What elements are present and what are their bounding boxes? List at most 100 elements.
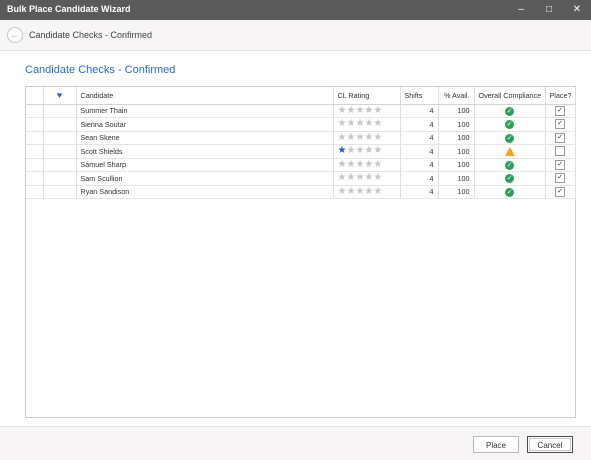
column-header-avail[interactable]: % Avail. [438,87,475,105]
wizard-footer: Place Cancel [0,426,591,460]
cl-rating-cell: ★★★★★ [333,185,401,199]
wizard-nav-bar: ← Candidate Checks - Confirmed [0,20,591,51]
compliance-ok-icon: ✓ [505,133,514,143]
place-checkbox[interactable]: ✓ [555,105,565,116]
column-header-shifts[interactable]: Shifts [400,87,439,105]
cl-rating-cell: ★★★★★ [333,131,401,145]
row-indicator [26,158,44,172]
candidate-name: Ryan Sandison [76,185,334,199]
favourite-cell[interactable] [43,144,77,159]
compliance-warning-icon [504,147,515,157]
compliance-cell: ✓ [474,117,546,132]
place-checkbox[interactable]: ✓ [555,173,565,184]
column-header-compliance[interactable]: Overall Compliance [474,87,546,105]
close-button[interactable]: ✕ [563,0,591,20]
avail-cell: 100 [438,158,475,172]
cancel-button[interactable]: Cancel [527,436,573,453]
place-cell: ✓ [545,117,576,132]
rating-star-icon[interactable]: ★ [373,159,382,170]
place-checkbox[interactable]: ✓ [555,119,565,130]
rating-star-icon[interactable]: ★ [373,145,382,156]
rating-stars: ★★★★★ [338,118,383,130]
candidate-name: Sean Skene [76,131,334,145]
table-row[interactable]: Sienna Soutar ★★★★★ 4 100 ✓ ✓ [26,117,576,132]
candidate-name: Sienna Soutar [76,117,334,132]
rating-stars: ★★★★★ [338,132,383,144]
table-row[interactable]: Summer Thain ★★★★★ 4 100 ✓ ✓ [26,104,576,118]
table-row[interactable]: Scott Shields ★★★★★ 4 100 [26,144,576,159]
place-cell: ✓ [545,131,576,145]
table-row[interactable]: Sean Skene ★★★★★ 4 100 ✓ ✓ [26,131,576,145]
place-checkbox[interactable]: ✓ [555,159,565,170]
heart-icon[interactable]: ♥ [43,87,77,105]
shifts-cell: 4 [400,104,439,118]
favourite-cell[interactable] [43,185,77,199]
cl-rating-cell: ★★★★★ [333,104,401,118]
cl-rating-cell: ★★★★★ [333,144,401,159]
compliance-cell: ✓ [474,104,546,118]
rating-stars: ★★★★★ [338,159,383,171]
table-row[interactable]: Ryan Sandison ★★★★★ 4 100 ✓ ✓ [26,185,576,199]
favourite-cell[interactable] [43,104,77,118]
shifts-cell: 4 [400,144,439,159]
table-row[interactable]: Sam Scullion ★★★★★ 4 100 ✓ ✓ [26,171,576,186]
row-indicator-header [26,87,44,105]
row-indicator [26,131,44,145]
avail-cell: 100 [438,117,475,132]
column-header-place[interactable]: Place? [545,87,576,105]
cl-rating-cell: ★★★★★ [333,117,401,132]
favourite-cell[interactable] [43,158,77,172]
maximize-button[interactable]: □ [535,0,563,20]
avail-cell: 100 [438,171,475,186]
favourite-cell[interactable] [43,131,77,145]
column-header-cl-rating[interactable]: CL Rating [333,87,401,105]
candidate-name: Sam Scullion [76,171,334,186]
candidate-name: Scott Shields [76,144,334,159]
place-checkbox[interactable] [555,146,565,157]
shifts-cell: 4 [400,185,439,199]
shifts-cell: 4 [400,117,439,132]
rating-stars: ★★★★★ [338,186,383,198]
rating-stars: ★★★★★ [338,145,383,157]
rating-stars: ★★★★★ [338,172,383,184]
candidate-name: Summer Thain [76,104,334,118]
table-row[interactable]: Samuel Sharp ★★★★★ 4 100 ✓ ✓ [26,158,576,172]
compliance-cell: ✓ [474,131,546,145]
compliance-ok-icon: ✓ [505,106,514,116]
rating-star-icon[interactable]: ★ [373,132,382,143]
row-indicator [26,144,44,159]
place-button[interactable]: Place [473,436,519,453]
rating-star-icon[interactable]: ★ [373,172,382,183]
place-cell: ✓ [545,104,576,118]
row-indicator [26,104,44,118]
table-header-row: ♥ Candidate CL Rating Shifts % Avail. Ov… [26,87,576,105]
candidate-table: ♥ Candidate CL Rating Shifts % Avail. Ov… [26,87,576,199]
row-indicator [26,171,44,186]
shifts-cell: 4 [400,171,439,186]
compliance-cell [474,144,546,159]
compliance-ok-icon: ✓ [505,174,514,184]
avail-cell: 100 [438,144,475,159]
favourite-cell[interactable] [43,171,77,186]
favourite-cell[interactable] [43,117,77,132]
minimize-button[interactable]: – [507,0,535,20]
place-cell [545,144,576,159]
cl-rating-cell: ★★★★★ [333,171,401,186]
compliance-ok-icon: ✓ [505,120,514,130]
cl-rating-cell: ★★★★★ [333,158,401,172]
place-checkbox[interactable]: ✓ [555,186,565,197]
avail-cell: 100 [438,131,475,145]
avail-cell: 100 [438,104,475,118]
compliance-ok-icon: ✓ [505,160,514,170]
rating-star-icon[interactable]: ★ [373,118,382,129]
column-header-candidate[interactable]: Candidate [76,87,334,105]
candidate-name: Samuel Sharp [76,158,334,172]
rating-star-icon[interactable]: ★ [373,105,382,116]
row-indicator [26,117,44,132]
place-checkbox[interactable]: ✓ [555,132,565,143]
back-arrow-icon[interactable]: ← [7,27,23,43]
compliance-cell: ✓ [474,158,546,172]
avail-cell: 100 [438,185,475,199]
place-cell: ✓ [545,171,576,186]
rating-star-icon[interactable]: ★ [373,186,382,197]
